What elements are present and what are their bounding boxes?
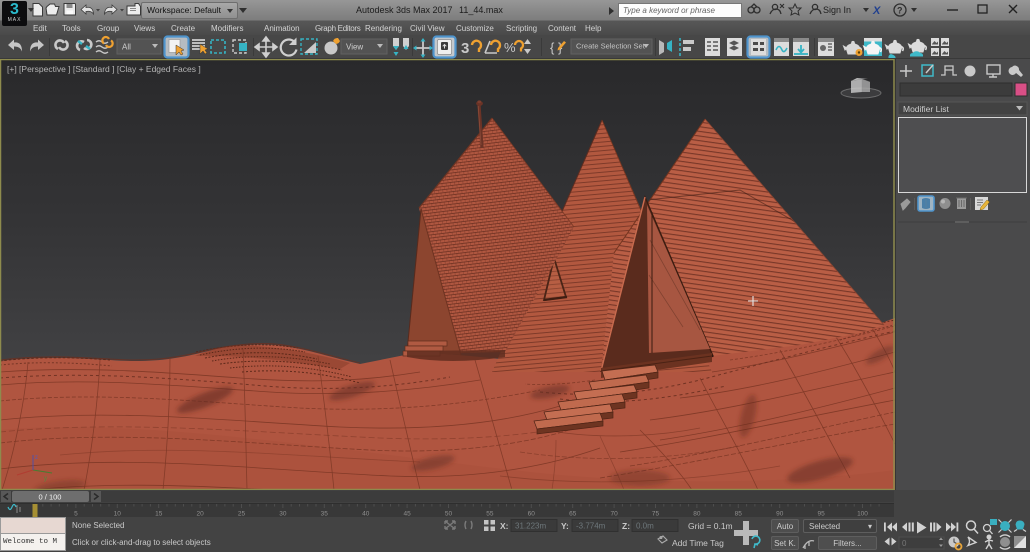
svg-text:90: 90: [776, 511, 784, 518]
svg-text:Add Time Tag: Add Time Tag: [672, 538, 724, 548]
svg-text:10: 10: [114, 511, 122, 518]
svg-text:15: 15: [155, 511, 163, 518]
svg-text:Sign In: Sign In: [823, 5, 851, 15]
svg-text:Z:: Z:: [622, 521, 630, 531]
svg-text:35: 35: [321, 511, 329, 518]
svg-text:X:: X:: [500, 521, 509, 531]
svg-text:3: 3: [461, 40, 469, 57]
svg-text:5: 5: [74, 511, 78, 518]
svg-text:Create Selection Set: Create Selection Set: [576, 42, 646, 51]
svg-text:%: %: [504, 40, 516, 55]
svg-text:0: 0: [902, 539, 907, 548]
svg-text:20: 20: [196, 511, 204, 518]
svg-text:y: y: [44, 476, 47, 482]
svg-text:-3.774m: -3.774m: [576, 522, 606, 531]
svg-text:0 / 100: 0 / 100: [39, 493, 62, 502]
svg-text:View: View: [346, 43, 363, 52]
svg-text:30: 30: [279, 511, 287, 518]
svg-text:31.223m: 31.223m: [515, 522, 546, 531]
svg-text:?: ?: [897, 6, 903, 16]
svg-text:25: 25: [238, 511, 246, 518]
svg-text:0.0m: 0.0m: [636, 522, 654, 531]
svg-text:Modifier List: Modifier List: [903, 104, 949, 114]
svg-text:45: 45: [403, 511, 411, 518]
svg-text:All: All: [122, 43, 131, 52]
svg-text:Y:: Y:: [561, 521, 569, 531]
svg-text:40: 40: [362, 511, 370, 518]
svg-text:X: X: [872, 5, 881, 17]
svg-text:[+] [Perspective ] [Standard ]: [+] [Perspective ] [Standard ] [Clay + E…: [7, 64, 201, 74]
svg-text:Grid = 0.1m: Grid = 0.1m: [688, 521, 733, 531]
svg-text:95: 95: [817, 511, 825, 518]
svg-text:z: z: [35, 455, 38, 461]
svg-text:100: 100: [857, 511, 868, 518]
